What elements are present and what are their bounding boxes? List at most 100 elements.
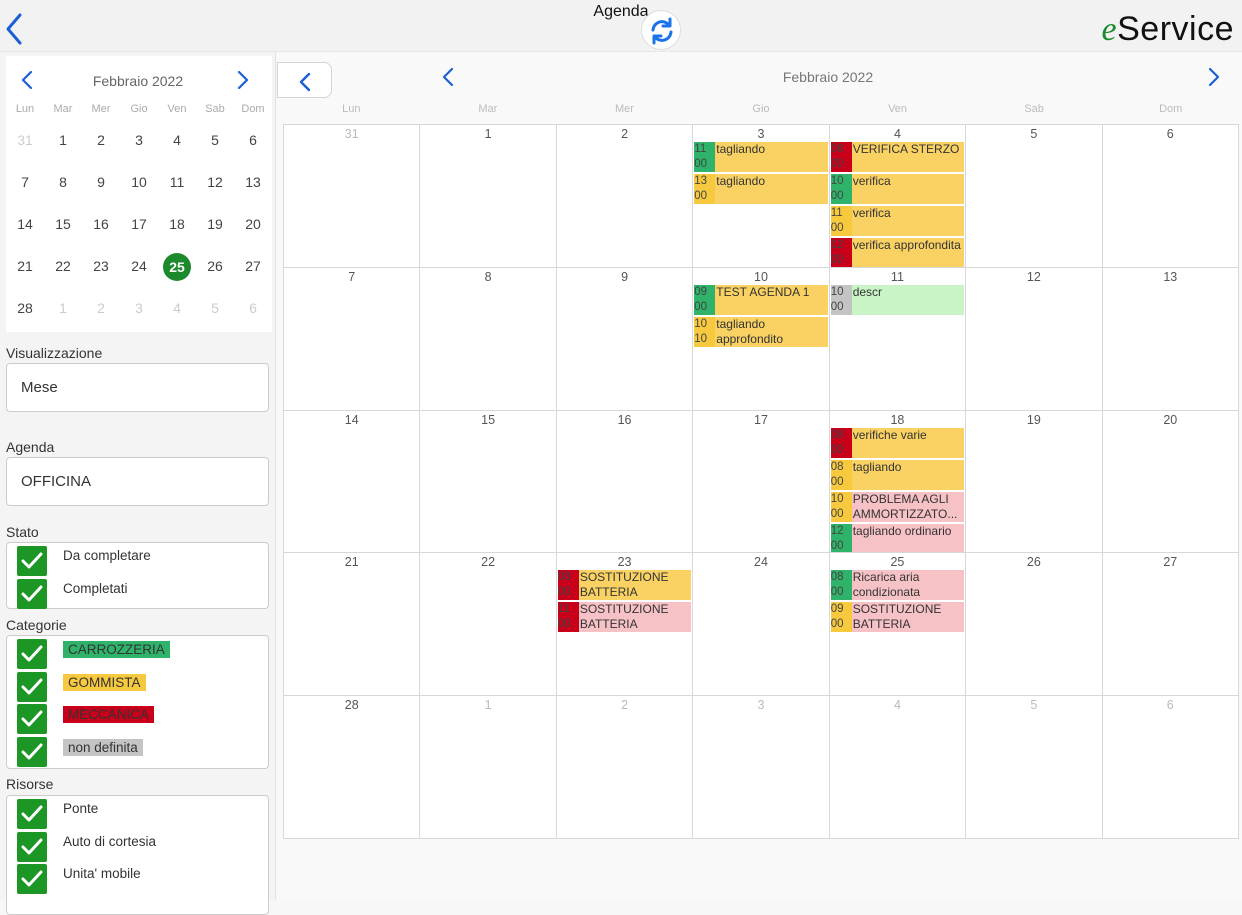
day-cell[interactable]: 24: [693, 553, 830, 697]
day-cell[interactable]: 8: [420, 267, 557, 411]
checkbox-checked-icon[interactable]: [17, 704, 47, 735]
event-block[interactable]: 11 00 verifica: [830, 206, 965, 236]
day-cell[interactable]: 26: [966, 553, 1103, 697]
mini-day[interactable]: 7: [6, 165, 44, 207]
mini-day[interactable]: 15: [44, 207, 82, 249]
mini-day[interactable]: 12: [196, 165, 234, 207]
day-cell[interactable]: 15: [420, 410, 557, 554]
event-block[interactable]: 09 00 TEST AGENDA 1: [694, 284, 828, 315]
mini-day[interactable]: 14: [6, 207, 44, 249]
status-option[interactable]: Completati: [7, 576, 268, 609]
day-cell[interactable]: 5: [966, 125, 1103, 268]
event-block[interactable]: 12 00 tagliando ordinario: [830, 523, 965, 553]
category-option[interactable]: GOMMISTA: [7, 669, 268, 702]
day-cell[interactable]: 16: [556, 410, 694, 554]
day-cell[interactable]: 4 08 00 VERIFICA STERZO 10 00 verifica 11 00 v…: [829, 125, 967, 268]
mini-day[interactable]: 24: [120, 249, 158, 291]
resource-option[interactable]: Ponte: [7, 796, 268, 829]
event-block[interactable]: 10 00 descr: [830, 284, 965, 315]
resource-option[interactable]: Unita' mobile: [7, 861, 268, 895]
day-cell[interactable]: 31: [284, 125, 421, 268]
mini-day[interactable]: 10: [120, 165, 158, 207]
mini-day[interactable]: 22: [44, 249, 82, 291]
day-cell[interactable]: 28: [284, 696, 421, 839]
event-block[interactable]: 10 00 PROBLEMA AGLI AMMORTIZZATO...: [830, 491, 965, 522]
day-cell[interactable]: 9: [556, 267, 694, 411]
event-block[interactable]: 12 00 verifica approfondita: [830, 238, 965, 267]
day-cell[interactable]: 22: [420, 553, 557, 697]
day-cell[interactable]: 7: [284, 267, 421, 411]
day-cell[interactable]: 14: [284, 410, 421, 554]
mini-next-month-icon[interactable]: [236, 70, 250, 90]
day-cell[interactable]: 3 11 00 tagliando 13 00 tagliando: [693, 125, 830, 268]
day-cell[interactable]: 23 08 00 SOSTITUZIONE BATTERIA 11 00 SOSTITU…: [556, 553, 694, 697]
checkbox-checked-icon[interactable]: [17, 799, 47, 829]
next-month-icon[interactable]: [1207, 67, 1221, 87]
mini-day[interactable]: 5: [196, 123, 234, 165]
mini-day-selected[interactable]: 25: [158, 249, 196, 291]
event-block[interactable]: 08 00 verifiche varie: [830, 427, 965, 458]
day-cell[interactable]: 1: [420, 696, 557, 839]
day-cell[interactable]: 6: [1102, 125, 1239, 268]
mini-prev-month-icon[interactable]: [20, 70, 34, 90]
resource-option[interactable]: Auto di cortesia: [7, 829, 268, 862]
category-option[interactable]: non definita: [7, 734, 268, 768]
day-cell[interactable]: 4: [829, 696, 967, 839]
event-block[interactable]: 08 00 VERIFICA STERZO: [830, 142, 965, 172]
agenda-select[interactable]: OFFICINA: [6, 457, 269, 506]
mini-day[interactable]: 31: [6, 123, 44, 165]
event-block[interactable]: 11 00 tagliando: [694, 142, 828, 172]
mini-day[interactable]: 27: [234, 249, 272, 291]
mini-day[interactable]: 1: [44, 291, 82, 333]
mini-day[interactable]: 28: [6, 291, 44, 333]
mini-day[interactable]: 2: [82, 123, 120, 165]
day-cell[interactable]: 18 08 00 verifiche varie 08 00 tagliando 10 0…: [829, 410, 967, 554]
event-block[interactable]: 13 00 tagliando: [694, 174, 828, 204]
status-option[interactable]: Da completare: [7, 543, 268, 576]
event-block[interactable]: 08 00 SOSTITUZIONE BATTERIA: [557, 570, 692, 601]
category-option[interactable]: CARROZZERIA: [7, 636, 268, 669]
mini-day[interactable]: 3: [120, 291, 158, 333]
mini-day[interactable]: 19: [196, 207, 234, 249]
mini-day[interactable]: 11: [158, 165, 196, 207]
event-block[interactable]: 10 00 verifica: [830, 174, 965, 204]
event-block[interactable]: 08 00 tagliando: [830, 459, 965, 490]
day-cell[interactable]: 20: [1102, 410, 1239, 554]
checkbox-checked-icon[interactable]: [17, 639, 47, 669]
mini-day[interactable]: 16: [82, 207, 120, 249]
mini-day[interactable]: 17: [120, 207, 158, 249]
event-block[interactable]: 08 00 Ricarica aria condizionata: [830, 570, 965, 601]
day-cell[interactable]: 19: [966, 410, 1103, 554]
mini-day[interactable]: 23: [82, 249, 120, 291]
day-cell[interactable]: 25 08 00 Ricarica aria condizionata 09 00 SO…: [829, 553, 967, 697]
mini-day[interactable]: 26: [196, 249, 234, 291]
checkbox-checked-icon[interactable]: [17, 578, 47, 609]
mini-day[interactable]: 4: [158, 123, 196, 165]
event-block[interactable]: 10 10 tagliando approfondito: [694, 316, 828, 347]
mini-day[interactable]: 6: [234, 123, 272, 165]
day-cell[interactable]: 6: [1102, 696, 1239, 839]
mini-day[interactable]: 4: [158, 291, 196, 333]
checkbox-checked-icon[interactable]: [17, 737, 47, 768]
day-cell[interactable]: 21: [284, 553, 421, 697]
event-block[interactable]: 11 00 SOSTITUZIONE BATTERIA: [557, 602, 692, 633]
mini-day[interactable]: 6: [234, 291, 272, 333]
mini-day[interactable]: 13: [234, 165, 272, 207]
mini-day[interactable]: 18: [158, 207, 196, 249]
day-cell[interactable]: 2: [556, 696, 694, 839]
day-cell[interactable]: 1: [420, 125, 557, 268]
day-cell[interactable]: 13: [1102, 267, 1239, 411]
mini-day[interactable]: 1: [44, 123, 82, 165]
checkbox-checked-icon[interactable]: [17, 864, 47, 895]
event-block[interactable]: 09 00 SOSTITUZIONE BATTERIA: [830, 602, 965, 633]
checkbox-checked-icon[interactable]: [17, 546, 47, 576]
day-cell[interactable]: 2: [556, 125, 694, 268]
mini-day[interactable]: 21: [6, 249, 44, 291]
day-cell[interactable]: 5: [966, 696, 1103, 839]
day-cell[interactable]: 17: [693, 410, 830, 554]
mini-day[interactable]: 20: [234, 207, 272, 249]
refresh-button[interactable]: [641, 10, 681, 50]
day-cell[interactable]: 27: [1102, 553, 1239, 697]
checkbox-checked-icon[interactable]: [17, 831, 47, 862]
day-cell[interactable]: 11 10 00 descr: [829, 267, 967, 411]
